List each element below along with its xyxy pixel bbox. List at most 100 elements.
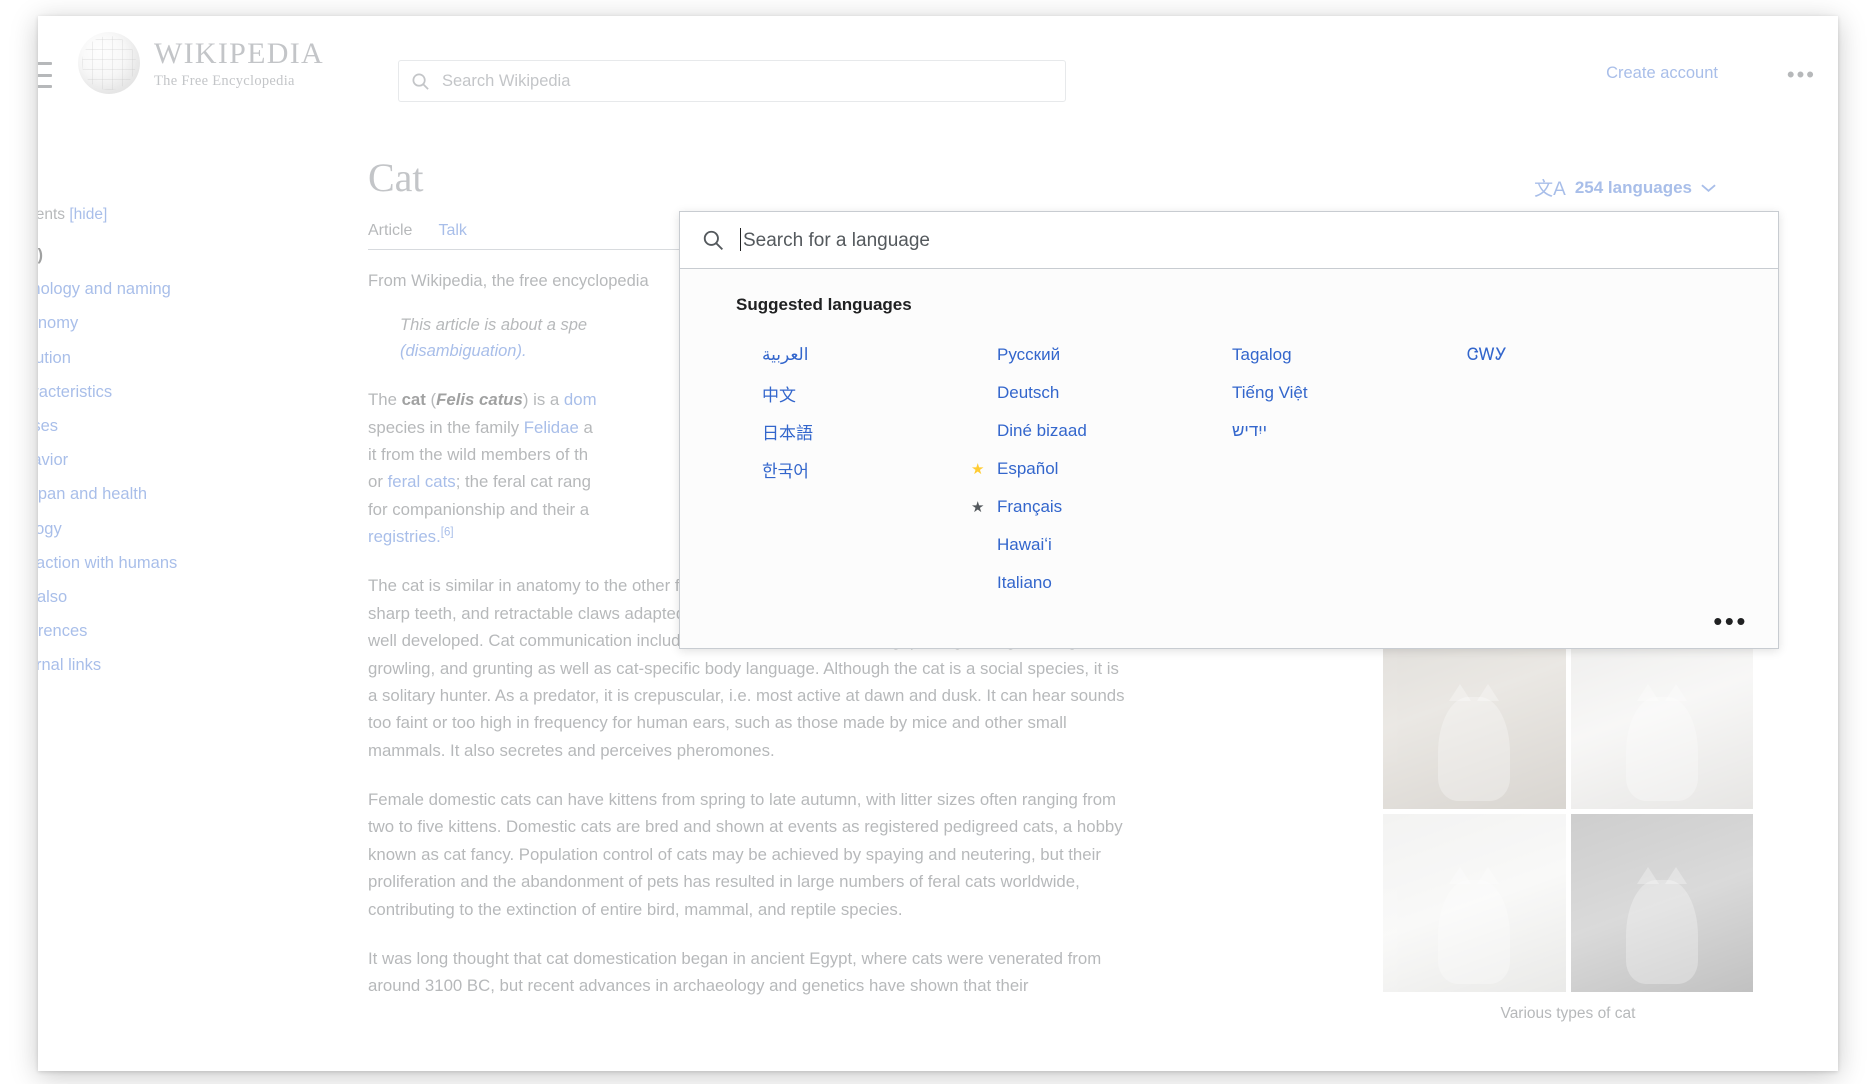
language-item-spanish[interactable]: ★ Español xyxy=(971,450,1206,488)
p1-link-feral-cats[interactable]: feral cats xyxy=(388,472,456,491)
p1-link-registries[interactable]: registries. xyxy=(368,527,441,546)
language-item-cherokee[interactable]: ★ ᏣᎳᎩ xyxy=(1441,336,1676,374)
p1-t4: species in the family xyxy=(368,417,524,437)
language-label: Deutsch xyxy=(997,383,1060,402)
hatnote-text-1: This article is about a spe xyxy=(400,316,588,334)
language-column-1: ★ العربية ★ 中文 ★ 日本語 ★ 한 xyxy=(736,336,971,602)
sidebar-item-evolution[interactable]: Evolution xyxy=(38,349,268,383)
sidebar-item-interaction-with-humans[interactable]: Interaction with humans xyxy=(38,554,268,588)
language-item-italian[interactable]: ★ Italiano xyxy=(971,564,1206,602)
image-caption: Various types of cat xyxy=(1500,1005,1636,1022)
chevron-down-icon xyxy=(1701,183,1716,192)
cat-photo-1 xyxy=(1383,631,1566,809)
language-label: Italiano xyxy=(997,573,1052,592)
p1-felis: Felis catus xyxy=(436,390,523,410)
language-label: Diné bizaad xyxy=(997,421,1087,440)
p1-ref-6[interactable]: [6] xyxy=(441,526,454,538)
p1-link-domesticated[interactable]: dom xyxy=(564,390,597,409)
p1-t2: ( xyxy=(425,390,437,410)
language-item-korean[interactable]: ★ 한국어 xyxy=(736,450,971,488)
p1-t5: a xyxy=(578,417,593,437)
language-label: Русский xyxy=(997,345,1061,364)
infobox-image-collage: Various types of cat xyxy=(1383,631,1753,1023)
wikipedia-logo[interactable]: WIKIPEDIA The Free Encyclopedia xyxy=(78,32,324,94)
sidebar-item-senses[interactable]: Senses xyxy=(38,417,268,451)
suggested-languages-heading: Suggested languages xyxy=(736,295,912,314)
languages-button[interactable]: 文A 254 languages xyxy=(1524,168,1726,207)
sidebar-item-lifespan-and-health[interactable]: Lifespan and health xyxy=(38,485,268,519)
search-icon xyxy=(412,73,429,90)
sidebar-item-characteristics[interactable]: Characteristics xyxy=(38,383,268,417)
language-column-2: ★ Русский ★ Deutsch ★ Diné bizaad ★ xyxy=(971,336,1206,602)
main-menu-icon[interactable] xyxy=(38,62,52,88)
hatnote-disambiguation-link[interactable]: (disambiguation). xyxy=(400,342,527,360)
language-item-hawaiian[interactable]: ★ Hawaiʻi xyxy=(971,526,1206,564)
table-of-contents: Contents [hide] (Top) Etymology and nami… xyxy=(38,206,268,690)
sidebar-item-ecology[interactable]: Ecology xyxy=(38,520,268,554)
search-icon xyxy=(703,230,724,251)
sidebar-item-references[interactable]: References xyxy=(38,622,268,656)
language-label: Hawaiʻi xyxy=(997,535,1052,554)
cat-photo-3 xyxy=(1383,814,1566,992)
language-item-japanese[interactable]: ★ 日本語 xyxy=(736,412,971,450)
cat-shape xyxy=(1438,867,1511,984)
toc-title: Contents xyxy=(38,206,66,223)
language-item-arabic[interactable]: ★ العربية xyxy=(736,336,971,374)
language-label: 한국어 xyxy=(762,461,809,481)
paragraph-4: It was long thought that cat domesticati… xyxy=(368,948,1102,996)
wordmark-tagline: The Free Encyclopedia xyxy=(154,72,295,89)
tab-talk[interactable]: Talk xyxy=(438,222,466,240)
language-label: 日本語 xyxy=(762,423,813,443)
text-caret xyxy=(740,228,741,251)
language-item-yiddish[interactable]: ★ ייִדיש xyxy=(1206,412,1441,450)
language-item-russian[interactable]: ★ Русский xyxy=(971,336,1206,374)
language-item-german[interactable]: ★ Deutsch xyxy=(971,374,1206,412)
toc-list: (Top) Etymology and naming Taxonomy Evol… xyxy=(38,246,268,690)
sidebar-item-behavior[interactable]: Behavior xyxy=(38,451,268,485)
p1-t3: ) is a xyxy=(522,390,564,410)
wordmark: WIKIPEDIA xyxy=(154,36,324,70)
toc-header: Contents [hide] xyxy=(38,206,268,224)
language-item-tagalog[interactable]: ★ Tagalog xyxy=(1206,336,1441,374)
cat-photo-4 xyxy=(1570,814,1753,992)
language-panel-more-icon[interactable]: ••• xyxy=(1713,608,1748,634)
star-icon[interactable]: ★ xyxy=(971,462,984,477)
search-input[interactable]: Search Wikipedia xyxy=(398,60,1066,102)
language-item-vietnamese[interactable]: ★ Tiếng Việt xyxy=(1206,374,1441,412)
language-panel-body: Suggested languages ★ العربية ★ 中文 ★ xyxy=(680,269,1778,648)
screen: WIKIPEDIA The Free Encyclopedia Search W… xyxy=(0,0,1874,1084)
language-item-chinese[interactable]: ★ 中文 xyxy=(736,374,971,412)
p1-t7: or xyxy=(368,472,388,492)
create-account-link[interactable]: Create account xyxy=(1606,64,1718,83)
cat-shape xyxy=(1438,684,1511,801)
language-label: 中文 xyxy=(762,385,796,405)
site-header: WIKIPEDIA The Free Encyclopedia Search W… xyxy=(38,16,1838,104)
sidebar-item-external-links[interactable]: External links xyxy=(38,656,268,690)
language-label: ייִדיש xyxy=(1232,421,1268,440)
language-item-french[interactable]: ★ Français xyxy=(971,488,1206,526)
language-column-4: ★ ᏣᎳᎩ xyxy=(1441,336,1676,602)
header-more-icon[interactable]: ••• xyxy=(1787,62,1816,88)
cat-shape xyxy=(1625,867,1698,984)
cat-shape xyxy=(1625,684,1698,801)
p1-t8: ; the feral cat rang xyxy=(455,472,591,492)
p1-link-felidae[interactable]: Felidae xyxy=(524,418,579,437)
cat-photo-2 xyxy=(1570,631,1753,809)
sidebar-item-etymology[interactable]: Etymology and naming xyxy=(38,280,268,314)
language-label: العربية xyxy=(762,345,809,364)
language-label: Español xyxy=(997,459,1059,478)
language-search-input[interactable]: Search for a language xyxy=(680,212,1778,269)
sidebar-item-taxonomy[interactable]: Taxonomy xyxy=(38,314,268,348)
sidebar-item-see-also[interactable]: See also xyxy=(38,588,268,622)
star-icon[interactable]: ★ xyxy=(971,500,984,515)
language-label: Tagalog xyxy=(1232,345,1292,364)
p1-t6: it from the wild members of th xyxy=(368,444,589,464)
tab-article[interactable]: Article xyxy=(368,222,412,240)
toc-hide-link[interactable]: [hide] xyxy=(69,206,107,223)
language-selector-panel: Search for a language Suggested language… xyxy=(679,211,1779,649)
language-search-text: Search for a language xyxy=(740,228,930,252)
language-column-3: ★ Tagalog ★ Tiếng Việt ★ ייִדיש xyxy=(1206,336,1441,602)
sidebar-item-top[interactable]: (Top) xyxy=(38,246,268,280)
language-item-navajo[interactable]: ★ Diné bizaad xyxy=(971,412,1206,450)
p1-t1: The xyxy=(368,390,402,410)
